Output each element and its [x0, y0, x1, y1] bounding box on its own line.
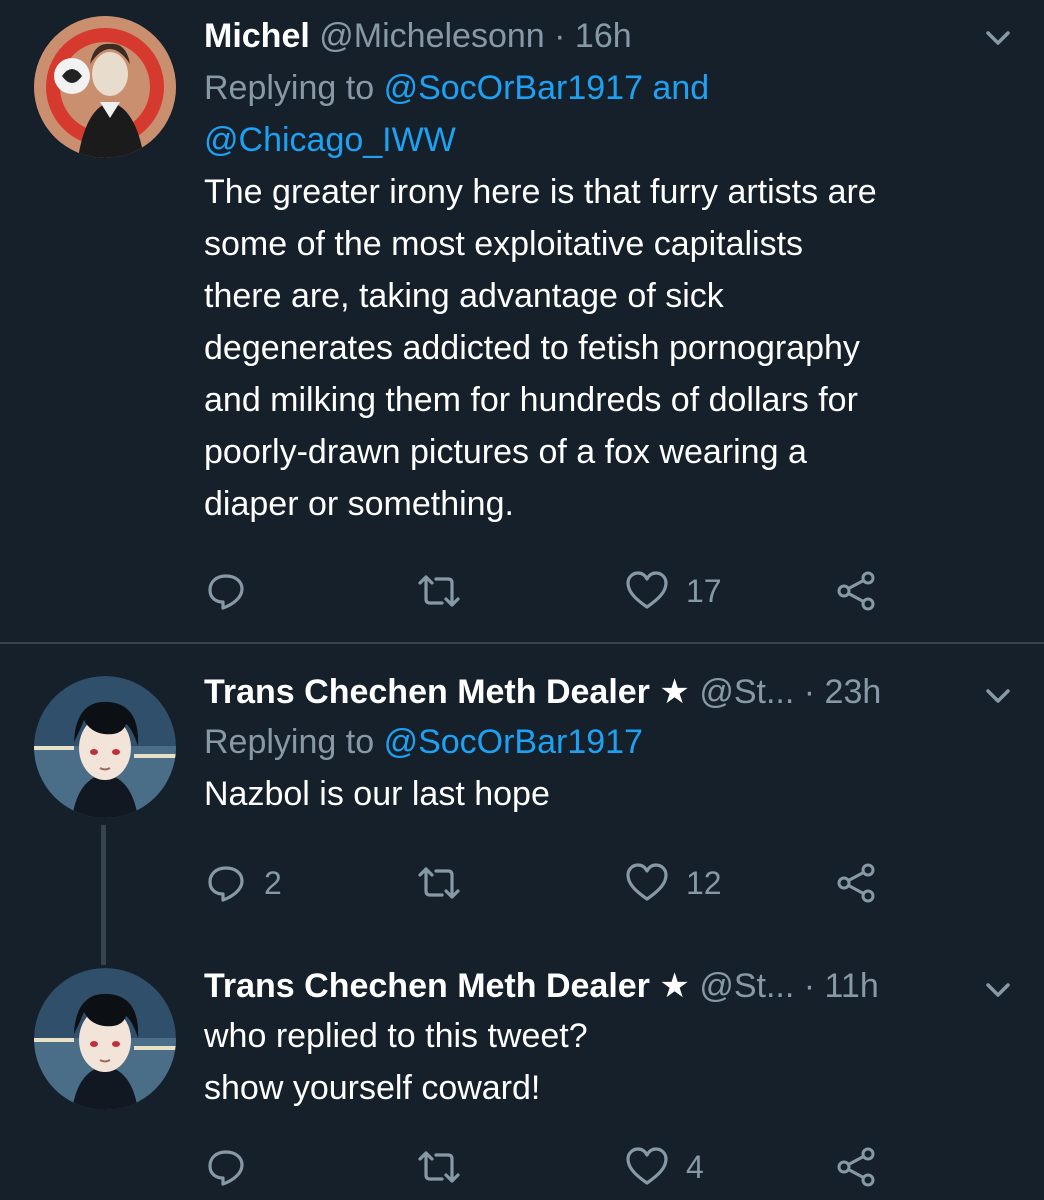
timestamp[interactable]: 11h [825, 967, 879, 1005]
like-count: 12 [686, 864, 722, 901]
retweet-button[interactable] [414, 1142, 480, 1192]
tweet-actions: 4 [204, 1142, 904, 1192]
avatar[interactable] [34, 676, 176, 818]
share-button[interactable] [834, 1142, 878, 1192]
retweet-icon [418, 1151, 460, 1183]
replying-prefix: Replying to [204, 69, 375, 107]
separator: · [554, 17, 566, 55]
replying-to: Replying to @SocOrBar1917 [204, 716, 974, 768]
tweet-3[interactable]: Trans Chechen Meth Dealer ★ @St... · 11h… [0, 944, 1044, 1200]
tweet-header: Trans Chechen Meth Dealer ★ @St... · 23h [204, 670, 974, 714]
share-icon [837, 1147, 875, 1187]
reply-button[interactable] [204, 1142, 264, 1192]
separator: · [803, 673, 816, 711]
retweet-icon [418, 575, 460, 607]
handle[interactable]: @St... [699, 673, 794, 711]
chevron-down-icon[interactable] [982, 22, 1014, 54]
retweet-button[interactable] [414, 858, 480, 908]
tweet-1[interactable]: Michel @Michelesonn · 16h Replying to @S… [0, 0, 1044, 642]
like-icon [626, 863, 668, 901]
tweet-actions: 17 [204, 566, 904, 616]
tweet-header: Michel @Michelesonn · 16h [204, 14, 974, 58]
like-button[interactable]: 12 [624, 858, 722, 908]
display-name[interactable]: Trans Chechen Meth Dealer ★ [204, 673, 690, 711]
like-icon [626, 571, 668, 609]
timestamp[interactable]: 23h [825, 673, 882, 711]
tweet-actions: 2 12 [204, 858, 904, 908]
share-button[interactable] [834, 858, 878, 908]
reply-count: 2 [264, 864, 282, 901]
like-icon [626, 1147, 668, 1185]
retweet-icon [418, 867, 460, 899]
tweet-2[interactable]: Trans Chechen Meth Dealer ★ @St... · 23h… [0, 644, 1044, 944]
share-button[interactable] [834, 566, 878, 616]
reply-button[interactable]: 2 [204, 858, 282, 908]
replying-to: Replying to @SocOrBar1917 and @Chicago_I… [204, 62, 974, 166]
mention-link[interactable]: @Chicago_IWW [204, 121, 456, 159]
timestamp[interactable]: 16h [575, 17, 632, 55]
handle[interactable]: @Michelesonn [319, 17, 544, 55]
reply-button[interactable] [204, 566, 264, 616]
avatar[interactable] [34, 968, 176, 1110]
share-icon [837, 863, 875, 903]
tweet-text: who replied to this tweet? show yourself… [204, 1017, 588, 1107]
like-button[interactable]: 17 [624, 566, 722, 616]
chevron-down-icon[interactable] [982, 974, 1014, 1006]
display-name[interactable]: Michel [204, 17, 310, 55]
retweet-button[interactable] [414, 566, 480, 616]
mention-link[interactable]: @SocOrBar1917 and [384, 69, 710, 107]
reply-icon [208, 1150, 244, 1186]
chevron-down-icon[interactable] [982, 680, 1014, 712]
share-icon [837, 571, 875, 611]
tweet-text: The greater irony here is that furry art… [204, 173, 877, 523]
mention-link[interactable]: @SocOrBar1917 [384, 723, 643, 761]
reply-icon [208, 866, 244, 902]
tweet-header: Trans Chechen Meth Dealer ★ @St... · 11h [204, 964, 974, 1008]
handle[interactable]: @St... [699, 967, 794, 1005]
separator: · [803, 967, 816, 1005]
avatar[interactable] [34, 16, 176, 158]
like-count: 17 [686, 572, 722, 609]
like-count: 4 [686, 1148, 704, 1185]
reply-icon [208, 574, 244, 610]
replying-prefix: Replying to [204, 723, 375, 761]
tweet-text: Nazbol is our last hope [204, 775, 550, 813]
display-name[interactable]: Trans Chechen Meth Dealer ★ [204, 967, 690, 1005]
like-button[interactable]: 4 [624, 1142, 704, 1192]
